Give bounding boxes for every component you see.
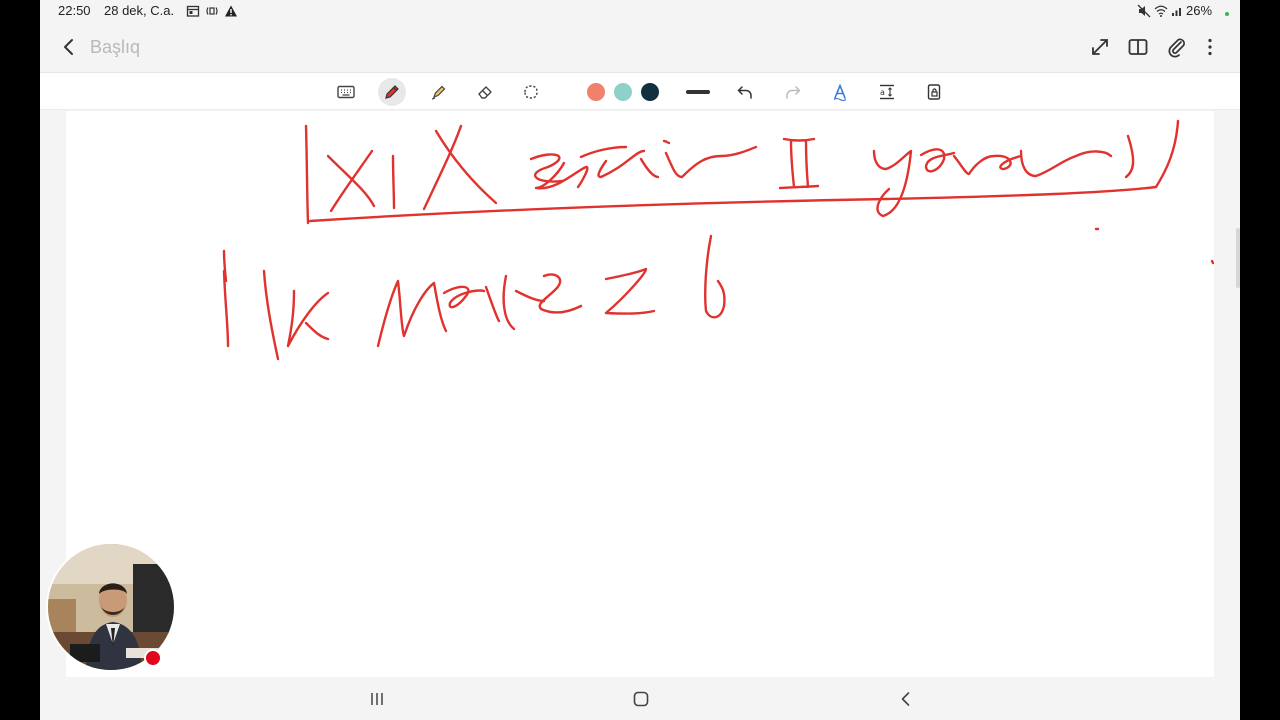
tablet-screen: 22:50 28 dek, C.a. 26% Başlıq a bbox=[40, 0, 1240, 720]
navigation-bar bbox=[40, 677, 1240, 720]
undo-button[interactable] bbox=[732, 79, 758, 105]
lock-icon bbox=[927, 84, 941, 100]
ink-stroke bbox=[952, 154, 1023, 176]
lasso-icon bbox=[524, 85, 538, 99]
pen-thickness-button[interactable] bbox=[684, 79, 712, 105]
keyboard-tool[interactable] bbox=[333, 79, 359, 105]
more-icon bbox=[1208, 38, 1212, 56]
handwriting-to-text-icon bbox=[833, 83, 847, 102]
ink-stroke bbox=[778, 137, 820, 190]
ink-stroke bbox=[704, 234, 726, 319]
warning-icon bbox=[224, 4, 238, 18]
book-icon bbox=[1128, 39, 1148, 55]
svg-text:a: a bbox=[880, 88, 885, 97]
recording-indicator bbox=[144, 649, 162, 667]
text-spacing-icon: a bbox=[880, 84, 894, 100]
highlighter-tool[interactable] bbox=[426, 79, 452, 105]
note-title-field[interactable]: Başlıq bbox=[90, 37, 140, 58]
pen-thickness-icon bbox=[686, 90, 710, 94]
lasso-tool[interactable] bbox=[518, 79, 544, 105]
ink-stroke bbox=[529, 153, 565, 183]
wifi-icon bbox=[1154, 4, 1168, 18]
ink-stroke bbox=[662, 139, 671, 145]
ink-stroke bbox=[639, 145, 758, 179]
status-date: 28 dek, C.a. bbox=[104, 3, 175, 18]
ink-stroke bbox=[1210, 259, 1214, 265]
status-time: 22:50 bbox=[58, 3, 91, 18]
nfc-icon bbox=[205, 4, 219, 18]
ink-stroke bbox=[604, 267, 656, 315]
ink-stroke bbox=[579, 145, 646, 179]
mute-icon bbox=[1137, 4, 1151, 18]
battery-indicator bbox=[1225, 12, 1229, 16]
ink-stroke bbox=[538, 273, 583, 314]
attach-button[interactable] bbox=[1165, 35, 1189, 59]
back-icon bbox=[64, 39, 73, 55]
redo-button[interactable] bbox=[780, 79, 806, 105]
back-nav-icon bbox=[901, 692, 910, 706]
recent-apps-icon bbox=[371, 693, 383, 705]
home-icon bbox=[633, 691, 649, 707]
ink-stroke bbox=[1019, 149, 1113, 178]
redo-icon bbox=[786, 86, 801, 99]
pen-color-swatch-3[interactable] bbox=[641, 83, 659, 101]
ink-stroke bbox=[919, 148, 956, 173]
recent-apps-button[interactable] bbox=[367, 689, 387, 709]
expand-button[interactable] bbox=[1088, 35, 1112, 59]
ink-stroke bbox=[872, 149, 913, 218]
back-nav-button[interactable] bbox=[896, 689, 916, 709]
text-spacing-button[interactable]: a bbox=[874, 79, 900, 105]
undo-icon bbox=[737, 86, 752, 99]
lock-button[interactable] bbox=[921, 79, 947, 105]
eraser-icon bbox=[478, 86, 492, 99]
ink-stroke bbox=[534, 161, 589, 190]
expand-icon bbox=[1092, 39, 1108, 55]
more-options-button[interactable] bbox=[1198, 35, 1222, 59]
ink-stroke bbox=[391, 154, 396, 210]
ink-stroke bbox=[1124, 134, 1135, 179]
attach-icon bbox=[1168, 38, 1185, 58]
pen-tool[interactable] bbox=[378, 78, 406, 106]
ink-stroke bbox=[262, 269, 280, 361]
ink-stroke bbox=[484, 274, 546, 331]
home-button[interactable] bbox=[631, 689, 651, 709]
ink-stroke bbox=[304, 124, 310, 225]
signal-icon bbox=[1170, 4, 1184, 18]
handwriting-to-text-button[interactable] bbox=[827, 79, 853, 105]
pen-color-swatch-1[interactable] bbox=[587, 83, 605, 101]
ink-stroke bbox=[434, 129, 498, 205]
ink-stroke bbox=[222, 269, 230, 348]
book-view-button[interactable] bbox=[1126, 35, 1150, 59]
calendar-icon bbox=[186, 4, 200, 18]
ink-stroke bbox=[442, 285, 486, 309]
eraser-tool[interactable] bbox=[472, 79, 498, 105]
battery-level: 26% bbox=[1186, 3, 1213, 18]
ink-stroke bbox=[422, 124, 463, 211]
keyboard-icon bbox=[337, 85, 355, 99]
ink-stroke bbox=[376, 279, 448, 348]
ink-stroke bbox=[286, 289, 330, 348]
note-canvas[interactable] bbox=[66, 111, 1214, 677]
app-bar: Başlıq bbox=[40, 22, 1240, 72]
pen-icon bbox=[385, 85, 399, 99]
back-button[interactable] bbox=[56, 34, 82, 60]
handwritten-ink bbox=[222, 119, 1214, 361]
highlighter-icon bbox=[431, 85, 446, 100]
pen-color-swatch-2[interactable] bbox=[614, 83, 632, 101]
scroll-handle[interactable] bbox=[1236, 228, 1240, 288]
status-bar: 22:50 28 dek, C.a. 26% bbox=[40, 0, 1240, 22]
drawing-toolbar: a bbox=[40, 72, 1240, 110]
ink-stroke bbox=[329, 149, 374, 213]
